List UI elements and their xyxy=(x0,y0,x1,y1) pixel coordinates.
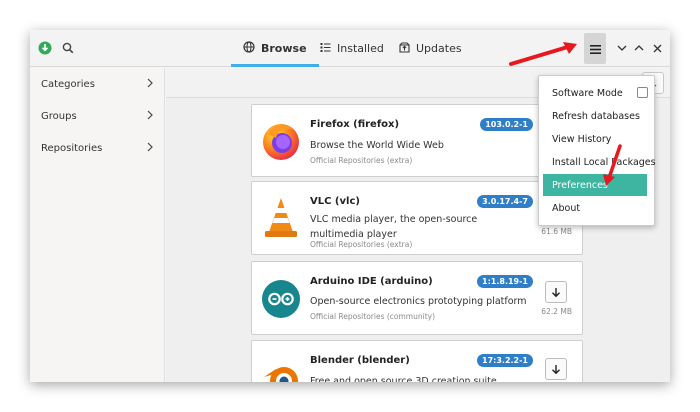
package-description: Open-source electronics prototyping plat… xyxy=(310,296,527,307)
version-badge: 17:3.2.2-1 xyxy=(477,354,533,367)
package-name: Blender (blender) xyxy=(310,355,410,366)
sidebar-item-groups[interactable]: Groups xyxy=(30,100,165,132)
menu-item-software-mode[interactable]: Software Mode xyxy=(543,82,648,104)
package-name: Arduino IDE (arduino) xyxy=(310,276,433,287)
download-icon xyxy=(551,283,561,302)
menu-item-label: Refresh databases xyxy=(552,110,640,122)
install-button[interactable] xyxy=(545,358,567,380)
menu-item-label: Software Mode xyxy=(552,87,623,99)
menu-item-label: Install Local Packages xyxy=(552,156,656,168)
chevron-right-icon xyxy=(147,142,153,155)
tab-browse[interactable]: Browse xyxy=(231,30,319,67)
sidebar-item-label: Categories xyxy=(41,78,95,90)
package-description: Browse the World Wide Web xyxy=(310,140,444,151)
header-bar: Browse Installed Updates xyxy=(30,30,670,67)
menu-item-preferences[interactable]: Preferences xyxy=(543,174,647,196)
tab-browse-label: Browse xyxy=(261,42,307,55)
firefox-icon xyxy=(260,120,302,162)
version-badge: 103.0.2-1 xyxy=(480,118,533,131)
menu-item-label: About xyxy=(552,202,581,214)
chevron-right-icon xyxy=(147,110,153,123)
package-size: 62.2 MB xyxy=(541,307,572,316)
package-repo: Official Repositories (extra) xyxy=(310,156,413,165)
sidebar-item-label: Groups xyxy=(41,110,77,122)
tab-updates-label: Updates xyxy=(416,42,462,55)
app-logo-icon xyxy=(35,38,55,58)
package-repo: Official Repositories (community) xyxy=(310,312,436,321)
version-badge: 1:1.8.19-1 xyxy=(477,275,533,288)
menu-item-view-history[interactable]: View History xyxy=(543,128,647,150)
package-card-vlc[interactable]: VLC (vlc) VLC media player, the open-sou… xyxy=(251,181,583,255)
sidebar-item-repositories[interactable]: Repositories xyxy=(30,132,165,164)
package-card-arduino[interactable]: Arduino IDE (arduino) Open-source electr… xyxy=(251,261,583,335)
package-name: VLC (vlc) xyxy=(310,196,360,207)
updates-icon xyxy=(399,41,410,56)
package-name: Firefox (firefox) xyxy=(310,119,400,130)
chevron-right-icon xyxy=(147,78,153,91)
tab-updates[interactable]: Updates xyxy=(399,30,462,67)
sidebar-item-label: Repositories xyxy=(41,142,103,154)
hamburger-menu-icon xyxy=(589,40,601,58)
menu-item-refresh-databases[interactable]: Refresh databases xyxy=(543,105,647,127)
package-description: VLC media player, the open-source multim… xyxy=(310,214,478,240)
package-description: Free and open source 3D creation suite xyxy=(310,376,497,382)
package-repo: Official Repositories (extra) xyxy=(310,240,413,249)
install-button[interactable] xyxy=(545,281,567,303)
version-badge: 3.0.17.4-7 xyxy=(477,195,533,208)
globe-icon xyxy=(243,41,255,56)
download-icon xyxy=(551,360,561,379)
package-size: 61.6 MB xyxy=(541,227,572,236)
tab-installed-label: Installed xyxy=(337,42,384,55)
menu-item-install-local-packages[interactable]: Install Local Packages xyxy=(543,151,656,173)
search-icon[interactable] xyxy=(58,38,78,58)
vlc-icon xyxy=(260,196,302,238)
software-mode-checkbox[interactable] xyxy=(637,87,648,98)
installed-list-icon xyxy=(320,42,331,56)
hamburger-menu-button[interactable] xyxy=(584,33,606,64)
menu-item-label: View History xyxy=(552,133,612,145)
maximize-icon[interactable] xyxy=(629,38,649,58)
arduino-icon xyxy=(260,278,302,320)
package-card-blender[interactable]: Blender (blender) Free and open source 3… xyxy=(251,340,583,382)
menu-item-about[interactable]: About xyxy=(543,197,647,219)
sidebar: Categories Groups Repositories xyxy=(30,68,165,382)
close-icon[interactable] xyxy=(647,38,667,58)
tab-installed[interactable]: Installed xyxy=(320,30,384,67)
blender-icon xyxy=(260,357,302,382)
package-card-firefox[interactable]: Firefox (firefox) Browse the World Wide … xyxy=(251,104,583,177)
app-menu-popup: Software Mode Refresh databases View His… xyxy=(538,75,656,226)
menu-item-label: Preferences xyxy=(552,179,608,191)
sidebar-item-categories[interactable]: Categories xyxy=(30,68,165,100)
